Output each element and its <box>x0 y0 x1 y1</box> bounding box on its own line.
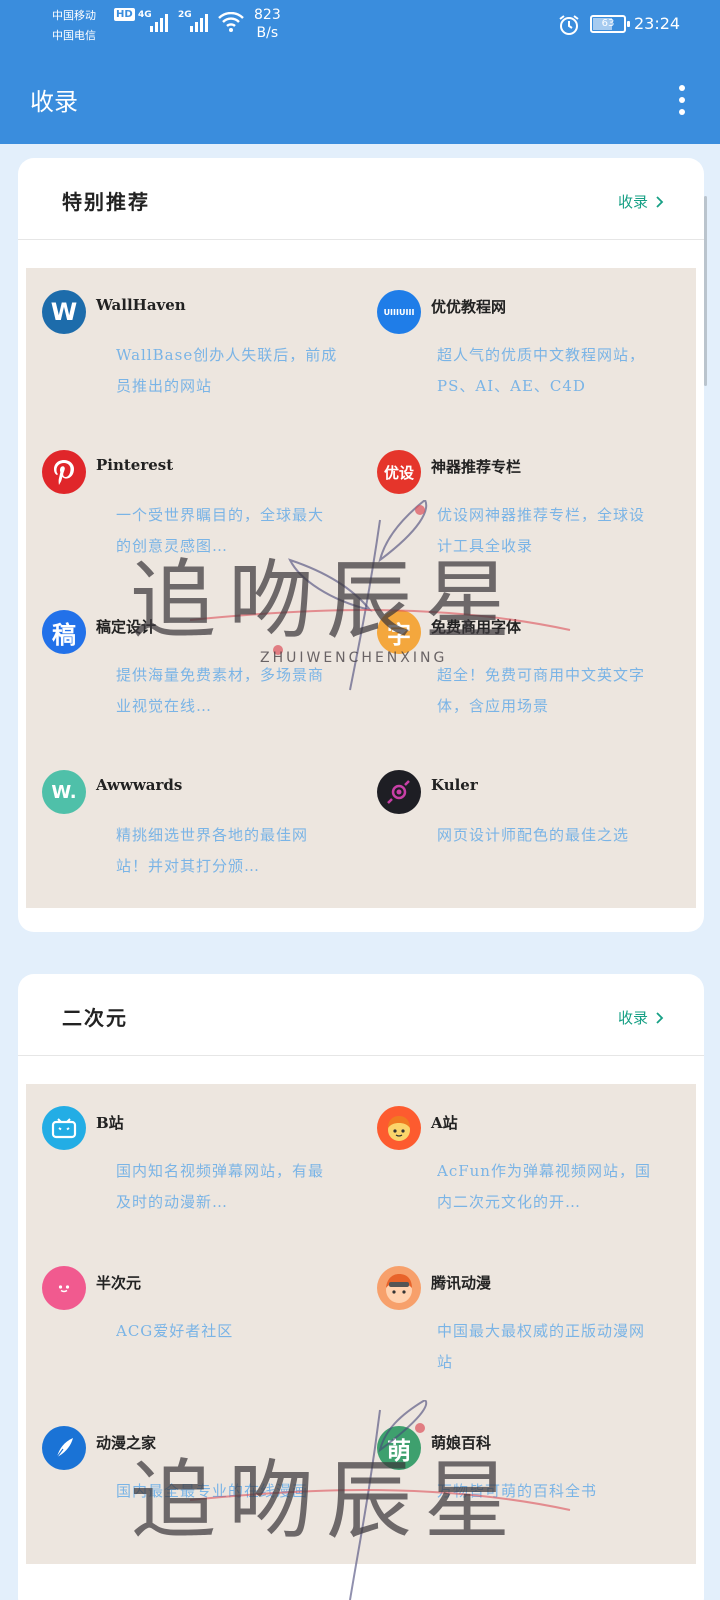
site-name: 半次元 <box>96 1274 142 1292</box>
site-description: 优设网神器推荐专栏，全球设计工具全收录 <box>437 506 646 555</box>
site-name: 神器推荐专栏 <box>431 458 522 476</box>
uisdc-logo-icon: 优设 <box>377 450 421 494</box>
page-title: 收录 <box>30 88 78 116</box>
site-name: Kuler <box>431 776 478 794</box>
logo-text: W <box>50 298 78 326</box>
site-card-moegirl[interactable]: 萌 萌娘百科万物皆可萌的百科全书 <box>361 1404 696 1564</box>
site-card-uisdc[interactable]: 优设 神器推荐专栏优设网神器推荐专栏，全球设计工具全收录 <box>361 428 696 588</box>
site-card-gaoding[interactable]: 稿 稿定设计提供海量免费素材，多场景商业视觉在线… <box>26 588 361 748</box>
section-more-link[interactable]: 收录 <box>618 191 664 212</box>
site-description: 超人气的优质中文教程网站，PS、AI、AE、C4D <box>437 346 646 395</box>
site-card-dmzj[interactable]: 动漫之家国内最全最专业的在线漫画 <box>26 1404 361 1564</box>
scrollbar[interactable] <box>704 196 707 386</box>
logo-text: 字 <box>387 620 411 649</box>
site-name: 腾讯动漫 <box>431 1274 492 1292</box>
site-description: 超全！免费可商用中文英文字体，含应用场景 <box>437 666 646 715</box>
status-bar: 中国移动 中国电信 HD 4G 2G 823 B/s 63 23:24 <box>0 0 720 56</box>
battery-icon: 63 <box>590 15 630 33</box>
site-card-uiiiuiii[interactable]: UIIIUIII 优优教程网超人气的优质中文教程网站，PS、AI、AE、C4D <box>361 268 696 428</box>
pinterest-logo-icon <box>42 450 86 494</box>
signal-bars-2-icon <box>190 12 208 32</box>
chevron-right-icon <box>656 195 664 208</box>
signal-bars-icon <box>150 12 168 32</box>
uiiiuiii-logo-icon: UIIIUIII <box>377 290 421 334</box>
site-description: WallBase创办人失联后，前成员推出的网站 <box>116 346 338 395</box>
site-card-acfun[interactable]: A站 AcFun作为弹幕视频网站，国内二次元文化的开… <box>361 1084 696 1244</box>
logo-text: W. <box>51 781 77 803</box>
speed-value: 823 <box>254 7 281 23</box>
acfun-logo-icon <box>377 1106 421 1150</box>
site-description: 中国最大最权威的正版动漫网站 <box>437 1322 646 1371</box>
site-card-awwwards[interactable]: W. Awwwards 精挑细选世界各地的最佳网站！并对其打分颁… <box>26 748 361 908</box>
moegirl-logo-icon: 萌 <box>377 1426 421 1470</box>
tencent-comic-logo-icon <box>377 1266 421 1310</box>
section-header: 特别推荐 收录 <box>18 158 704 240</box>
site-description: 一个受世界瞩目的，全球最大的创意灵感图… <box>116 506 325 555</box>
wifi-icon <box>218 12 244 32</box>
site-name: 优优教程网 <box>431 298 507 316</box>
site-description: 提供海量免费素材，多场景商业视觉在线… <box>116 666 325 715</box>
site-grid: W WallHaven WallBase创办人失联后，前成员推出的网站 UIIIUII… <box>26 268 696 908</box>
bilibili-logo-icon <box>42 1106 86 1150</box>
chevron-right-icon <box>656 1011 664 1024</box>
site-name: 动漫之家 <box>96 1434 157 1452</box>
awwwards-logo-icon: W. <box>42 770 86 814</box>
site-description: 国内最全最专业的在线漫画 <box>116 1482 309 1500</box>
site-card-wallhaven[interactable]: W WallHaven WallBase创办人失联后，前成员推出的网站 <box>26 268 361 428</box>
section-card-acg: 二次元 收录 B站国内知名视频弹幕网站，有最及时的动漫新… A站 AcFun作为弹幕… <box>18 974 704 1600</box>
site-description: AcFun作为弹幕视频网站，国内二次元文化的开… <box>437 1162 651 1211</box>
clock: 23:24 <box>634 14 681 33</box>
battery-level: 63 <box>601 18 615 29</box>
site-description: 精挑细选世界各地的最佳网站！并对其打分颁… <box>116 826 309 875</box>
site-name: Awwwards <box>96 776 183 794</box>
dmzj-logo-icon <box>42 1426 86 1470</box>
more-options-button[interactable] <box>664 80 700 120</box>
more-label: 收录 <box>617 193 648 211</box>
hd-badge: HD <box>114 8 135 21</box>
carrier-labels: 中国移动 中国电信 <box>52 6 96 46</box>
network-speed: 823 B/s <box>254 6 281 42</box>
site-name: 萌娘百科 <box>431 1434 492 1452</box>
app-bar: 收录 <box>0 56 720 144</box>
site-card-font[interactable]: 字 免费商用字体超全！免费可商用中文英文字体，含应用场景 <box>361 588 696 748</box>
site-name: WallHaven <box>96 296 186 314</box>
carrier-2: 中国电信 <box>52 29 96 42</box>
site-description: 国内知名视频弹幕网站，有最及时的动漫新… <box>116 1162 325 1211</box>
gaoding-logo-icon: 稿 <box>42 610 86 654</box>
section-header: 二次元 收录 <box>18 974 704 1056</box>
font-logo-icon: 字 <box>377 610 421 654</box>
site-grid: B站国内知名视频弹幕网站，有最及时的动漫新… A站 AcFun作为弹幕视频网站，国内… <box>26 1084 696 1564</box>
site-card-kuler[interactable]: Kuler 网页设计师配色的最佳之选 <box>361 748 696 908</box>
site-name: B站 <box>96 1114 124 1132</box>
site-name: 免费商用字体 <box>431 618 522 636</box>
section-title: 特别推荐 <box>62 190 150 214</box>
more-vert-icon <box>679 85 685 91</box>
more-label: 收录 <box>617 1009 648 1027</box>
site-card-pinterest[interactable]: Pinterest 一个受世界瞩目的，全球最大的创意灵感图… <box>26 428 361 588</box>
section-title: 二次元 <box>62 1006 128 1030</box>
bcy-logo-icon <box>42 1266 86 1310</box>
wallhaven-logo-icon: W <box>42 290 86 334</box>
carrier-1: 中国移动 <box>52 9 96 22</box>
site-description: 网页设计师配色的最佳之选 <box>437 826 630 844</box>
site-card-tencent-comic[interactable]: 腾讯动漫中国最大最权威的正版动漫网站 <box>361 1244 696 1404</box>
site-description: ACG爱好者社区 <box>116 1322 234 1340</box>
logo-text: 稿 <box>52 620 76 649</box>
section-card-featured: 特别推荐 收录 W WallHaven WallBase创办人失联后，前成员推出的网… <box>18 158 704 932</box>
kuler-logo-icon <box>377 770 421 814</box>
alarm-clock-icon <box>559 15 579 35</box>
site-name: 稿定设计 <box>96 618 157 636</box>
site-description: 万物皆可萌的百科全书 <box>437 1482 598 1500</box>
section-more-link[interactable]: 收录 <box>618 1007 664 1028</box>
site-name: Pinterest <box>96 456 174 474</box>
logo-text: 萌 <box>387 1436 411 1465</box>
site-card-bcy[interactable]: 半次元 ACG爱好者社区 <box>26 1244 361 1404</box>
speed-unit: B/s <box>256 25 279 41</box>
site-name: A站 <box>431 1114 458 1132</box>
site-card-bilibili[interactable]: B站国内知名视频弹幕网站，有最及时的动漫新… <box>26 1084 361 1244</box>
